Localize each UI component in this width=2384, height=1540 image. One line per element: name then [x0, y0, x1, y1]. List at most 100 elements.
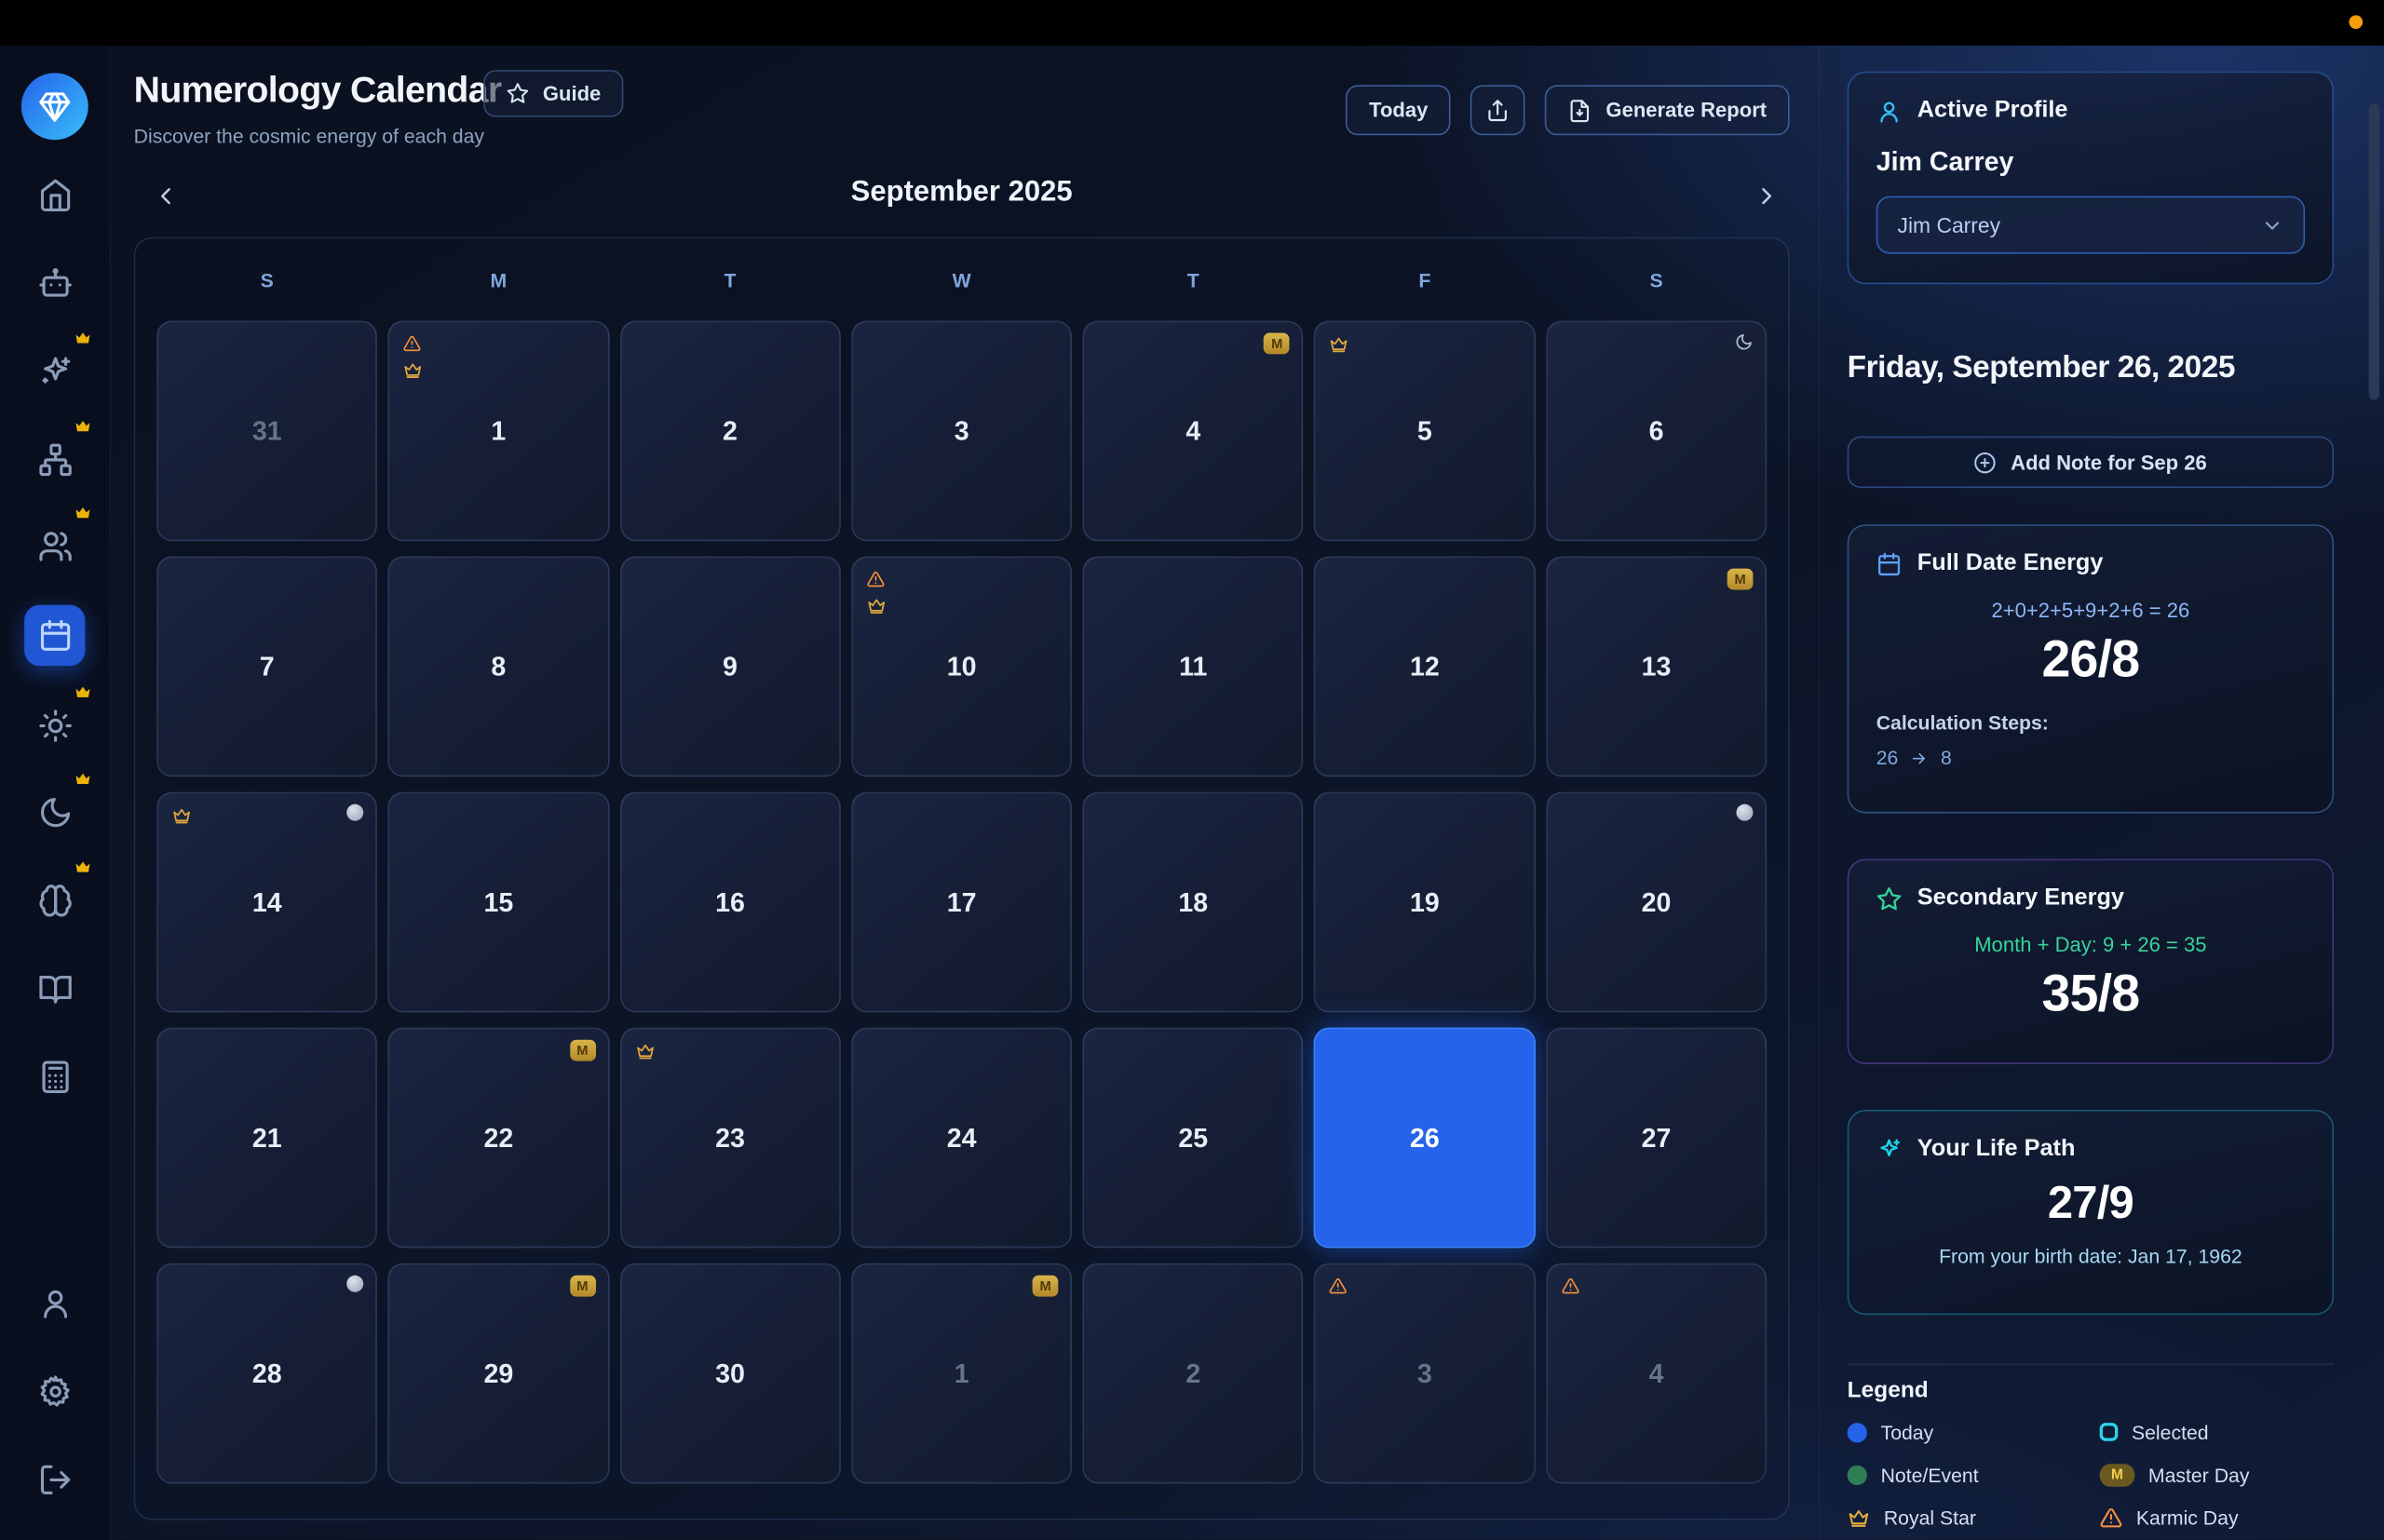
day-cell-3[interactable]: 3 [851, 320, 1072, 541]
chevron-down-icon [2261, 213, 2283, 236]
day-cell-4-adjacent[interactable]: 4 [1546, 1263, 1767, 1484]
sidebar-item-library[interactable] [24, 958, 85, 1019]
legend-item-note: Note/Event [1848, 1463, 2100, 1487]
add-note-button[interactable]: Add Note for Sep 26 [1848, 437, 2334, 489]
master-day-badge: M [1727, 569, 1754, 590]
day-cell-21[interactable]: 21 [156, 1028, 377, 1249]
day-number: 18 [1084, 886, 1302, 918]
day-cell-29[interactable]: M29 [388, 1263, 609, 1484]
day-cell-10[interactable]: 10 [851, 557, 1072, 777]
star-icon [1876, 885, 1903, 912]
main-content: Numerology Calendar Discover the cosmic … [111, 46, 1818, 1540]
day-cell-23[interactable]: 23 [619, 1028, 840, 1249]
day-cell-11[interactable]: 11 [1083, 557, 1304, 777]
sidebar-item-calculator[interactable] [24, 1046, 85, 1106]
gem-logo-icon [38, 89, 72, 123]
legend-label: Selected [2132, 1421, 2209, 1443]
today-button[interactable]: Today [1347, 85, 1451, 135]
day-cell-13[interactable]: M13 [1546, 557, 1767, 777]
day-number: 2 [1084, 1358, 1302, 1389]
day-badges-top-right [347, 804, 364, 821]
record-indicator-dot [2349, 15, 2363, 29]
sidebar-item-settings[interactable] [24, 1360, 85, 1421]
karmic-day-icon [1330, 1277, 1348, 1295]
day-cell-14[interactable]: 14 [156, 792, 377, 1013]
day-badges-top-right: M [1727, 569, 1754, 590]
sidebar-item-account[interactable] [24, 1273, 85, 1333]
legend-item-master: MMaster Day [2100, 1463, 2350, 1487]
day-cell-12[interactable]: 12 [1314, 557, 1535, 777]
day-cell-20[interactable]: 20 [1546, 792, 1767, 1013]
day-cell-26[interactable]: 26 [1314, 1028, 1535, 1249]
sidebar-item-mind[interactable] [24, 870, 85, 930]
day-cell-22[interactable]: M22 [388, 1028, 609, 1249]
weekday-header-row: SMTWTFS [156, 269, 1767, 303]
os-top-bar [0, 0, 2384, 46]
page-title: Numerology Calendar [134, 70, 502, 113]
day-cell-28[interactable]: 28 [156, 1263, 377, 1484]
day-cell-3-adjacent[interactable]: 3 [1314, 1263, 1535, 1484]
calendar-icon [37, 618, 73, 654]
day-cell-15[interactable]: 15 [388, 792, 609, 1013]
sidebar-item-night-energy[interactable] [24, 781, 85, 842]
today-button-label: Today [1369, 99, 1428, 121]
day-number: 9 [621, 651, 839, 682]
day-cell-17[interactable]: 17 [851, 792, 1072, 1013]
day-cell-24[interactable]: 24 [851, 1028, 1072, 1249]
day-cell-16[interactable]: 16 [619, 792, 840, 1013]
day-cell-7[interactable]: 7 [156, 557, 377, 777]
day-cell-19[interactable]: 19 [1314, 792, 1535, 1013]
guide-button[interactable]: Guide [483, 70, 624, 117]
secondary-value: 35/8 [1876, 966, 2305, 1025]
sidebar-item-calendar[interactable] [24, 605, 85, 666]
calendar-icon [1876, 551, 1903, 577]
day-cell-30[interactable]: 30 [619, 1263, 840, 1484]
day-number: 23 [621, 1122, 839, 1154]
active-profile-name: Jim Carrey [1876, 146, 2305, 178]
legend-label: Master Day [2148, 1463, 2250, 1485]
weekday-header-4: T [1083, 269, 1304, 303]
royal-star-crown-icon [171, 805, 191, 825]
weekday-header-1: M [388, 269, 609, 303]
karmic-day-icon [1561, 1277, 1579, 1295]
karmic-day-icon [403, 334, 423, 353]
day-cell-1[interactable]: 1 [388, 320, 609, 541]
sidebar-item-assistant[interactable] [24, 252, 85, 313]
sidebar-item-logout[interactable] [24, 1449, 85, 1509]
day-cell-2-adjacent[interactable]: 2 [1083, 1263, 1304, 1484]
day-cell-31-adjacent[interactable]: 31 [156, 320, 377, 541]
weekday-header-5: F [1314, 269, 1535, 303]
sidebar-item-profiles[interactable] [24, 515, 85, 575]
panel-scrollbar[interactable] [2369, 103, 2379, 399]
day-number: 15 [389, 886, 607, 918]
day-number: 31 [158, 415, 376, 447]
day-number: 1 [853, 1358, 1071, 1389]
day-number: 3 [1316, 1358, 1534, 1389]
day-number: 29 [389, 1358, 607, 1389]
day-number: 8 [389, 651, 607, 682]
day-cell-4[interactable]: M4 [1083, 320, 1304, 541]
profile-select[interactable]: Jim Carrey [1876, 196, 2305, 254]
share-button[interactable] [1470, 85, 1525, 135]
life-path-value: 27/9 [1876, 1178, 2305, 1230]
next-month-button[interactable] [1747, 176, 1786, 215]
day-cell-6[interactable]: 6 [1546, 320, 1767, 541]
screen: Numerology Calendar Discover the cosmic … [0, 0, 2384, 1540]
sidebar-item-insights[interactable] [24, 341, 85, 401]
day-number: 6 [1548, 415, 1766, 447]
day-cell-8[interactable]: 8 [388, 557, 609, 777]
royal-star-crown-icon [1330, 334, 1349, 354]
day-cell-18[interactable]: 18 [1083, 792, 1304, 1013]
day-cell-9[interactable]: 9 [619, 557, 840, 777]
day-cell-2[interactable]: 2 [619, 320, 840, 541]
day-cell-1-adjacent[interactable]: M1 [851, 1263, 1072, 1484]
sidebar-item-home[interactable] [24, 164, 85, 224]
day-cell-27[interactable]: 27 [1546, 1028, 1767, 1249]
day-cell-25[interactable]: 25 [1083, 1028, 1304, 1249]
sidebar-item-relationships[interactable] [24, 428, 85, 489]
sidebar-item-day-energy[interactable] [24, 695, 85, 755]
full-moon-icon [347, 1276, 364, 1292]
app-logo[interactable] [21, 73, 88, 140]
generate-report-button[interactable]: Generate Report [1545, 85, 1789, 135]
day-cell-5[interactable]: 5 [1314, 320, 1535, 541]
